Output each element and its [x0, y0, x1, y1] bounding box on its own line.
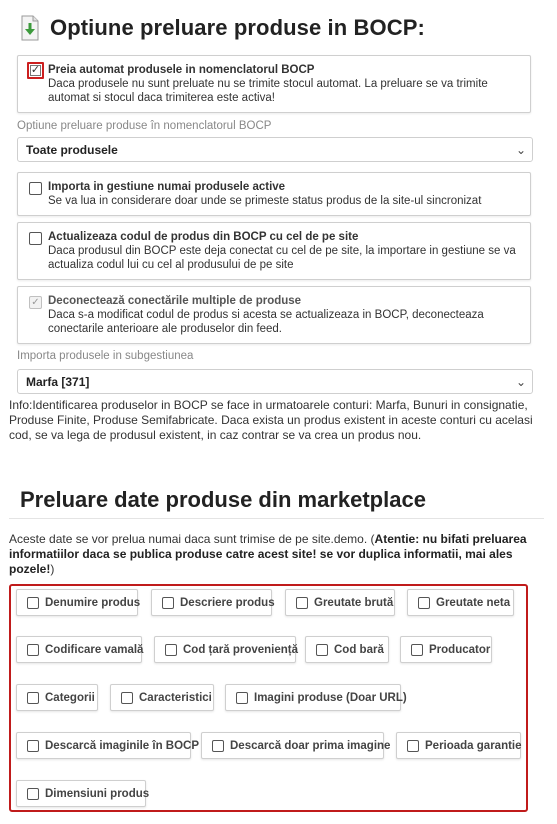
option-perioada-garantie[interactable]: Perioada garantie — [396, 732, 522, 759]
option-checkbox[interactable] — [27, 739, 39, 752]
option-label: Imagini produse (Doar URL) — [254, 691, 407, 704]
option-greutate-bruta[interactable]: Greutate brută — [285, 589, 395, 616]
option-checkbox[interactable] — [27, 691, 39, 704]
auto-preia-option[interactable]: ✓ Preia automat produsele in nomenclator… — [17, 55, 531, 113]
optiune-nomenclator-label: Optiune preluare produse în nomenclatoru… — [17, 120, 272, 132]
optiune-nomenclator-select[interactable]: Toate produsele ⌄ — [17, 137, 533, 162]
actualizeaza-cod-description: Daca produsul din BOCP este deja conecta… — [48, 245, 516, 271]
option-cod-tara-provenienta[interactable]: Cod țară proveniență — [154, 636, 299, 663]
option-checkbox[interactable] — [316, 643, 328, 656]
option-label: Cod țară proveniență — [183, 643, 299, 656]
auto-preia-description: Daca produsele nu sunt preluate nu se tr… — [48, 78, 488, 104]
download-document-icon — [21, 15, 39, 41]
option-label: Caracteristici — [139, 691, 212, 704]
option-dimensiuni-produs[interactable]: Dimensiuni produs — [16, 780, 150, 807]
option-checkbox[interactable] — [236, 691, 248, 704]
auto-preia-checkbox[interactable]: ✓ — [27, 62, 44, 79]
option-descarca-prima-imagine[interactable]: Descarcă doar prima imagine — [201, 732, 390, 759]
option-checkbox[interactable] — [27, 787, 39, 800]
optiune-nomenclator-value: Toate produsele — [26, 143, 118, 157]
option-checkbox[interactable] — [121, 691, 133, 704]
option-denumire-produs[interactable]: Denumire produs — [16, 589, 141, 616]
deconecteaza-description: Daca s-a modificat codul de produs si ac… — [48, 309, 484, 335]
marketplace-note-end: ) — [50, 562, 55, 576]
chevron-down-icon: ⌄ — [515, 143, 526, 157]
option-checkbox[interactable] — [296, 596, 308, 609]
option-cod-bara[interactable]: Cod bară — [305, 636, 389, 663]
option-label: Denumire produs — [45, 596, 141, 609]
option-descarca-imaginile[interactable]: Descarcă imaginile în BOCP — [16, 732, 199, 759]
option-producator[interactable]: Producator — [400, 636, 492, 663]
importa-active-checkbox[interactable] — [29, 182, 42, 195]
checkmark-icon: ✓ — [30, 64, 41, 76]
marketplace-note-start: Aceste date se vor prelua numai daca sun… — [9, 532, 375, 546]
actualizeaza-cod-option[interactable]: Actualizeaza codul de produs din BOCP cu… — [17, 222, 531, 280]
page-header: Optiune preluare produse in BOCP: — [18, 14, 425, 42]
info-text: Info:Identificarea produselor in BOCP se… — [9, 398, 533, 442]
option-label: Descriere produs — [180, 596, 275, 609]
option-greutate-neta[interactable]: Greutate neta — [407, 589, 514, 616]
option-imagini-produse[interactable]: Imagini produse (Doar URL) — [225, 684, 407, 711]
subgestiune-value: Marfa [371] — [26, 375, 90, 389]
subgestiune-label: Importa produsele in subgestiunea — [17, 350, 194, 362]
option-checkbox[interactable] — [418, 596, 430, 609]
option-label: Descarcă imaginile în BOCP — [45, 739, 200, 752]
section-divider — [9, 518, 544, 519]
marketplace-note: Aceste date se vor prelua numai daca sun… — [9, 532, 544, 577]
option-label: Dimensiuni produs — [45, 787, 150, 800]
marketplace-title: Preluare date produse din marketplace — [20, 487, 426, 512]
actualizeaza-cod-checkbox[interactable] — [29, 232, 42, 245]
importa-active-option[interactable]: Importa in gestiune numai produsele acti… — [17, 172, 531, 216]
option-checkbox[interactable] — [212, 739, 224, 752]
option-label: Descarcă doar prima imagine — [230, 739, 391, 752]
option-label: Greutate brută — [314, 596, 394, 609]
subgestiune-select[interactable]: Marfa [371] ⌄ — [17, 369, 533, 394]
option-label: Codificare vamală — [45, 643, 144, 656]
option-codificare-vamala[interactable]: Codificare vamală — [16, 636, 144, 663]
option-checkbox[interactable] — [407, 739, 419, 752]
option-label: Perioada garantie — [425, 739, 522, 752]
option-label: Producator — [429, 643, 491, 656]
page-title: Optiune preluare produse in BOCP: — [50, 15, 425, 40]
option-caracteristici[interactable]: Caracteristici — [110, 684, 214, 711]
checkmark-icon: ✓ — [31, 296, 40, 308]
option-checkbox[interactable] — [27, 596, 39, 609]
importa-active-description: Se va lua in considerare doar unde se pr… — [48, 195, 482, 207]
chevron-down-icon: ⌄ — [515, 375, 526, 389]
actualizeaza-cod-title: Actualizeaza codul de produs din BOCP cu… — [48, 231, 359, 243]
option-label: Categorii — [45, 691, 95, 704]
option-checkbox[interactable] — [411, 643, 423, 656]
deconecteaza-title: Deconectează conectările multiple de pro… — [48, 295, 302, 307]
option-label: Greutate neta — [436, 596, 511, 609]
option-label: Cod bară — [334, 643, 384, 656]
auto-preia-title: Preia automat produsele in nomenclatorul… — [48, 64, 315, 76]
option-checkbox[interactable] — [27, 643, 39, 656]
deconecteaza-option: ✓ Deconectează conectările multiple de p… — [17, 286, 531, 344]
option-checkbox[interactable] — [162, 596, 174, 609]
option-descriere-produs[interactable]: Descriere produs — [151, 589, 275, 616]
option-categorii[interactable]: Categorii — [16, 684, 98, 711]
option-checkbox[interactable] — [165, 643, 177, 656]
importa-active-title: Importa in gestiune numai produsele acti… — [48, 181, 286, 193]
deconecteaza-checkbox: ✓ — [29, 296, 42, 309]
